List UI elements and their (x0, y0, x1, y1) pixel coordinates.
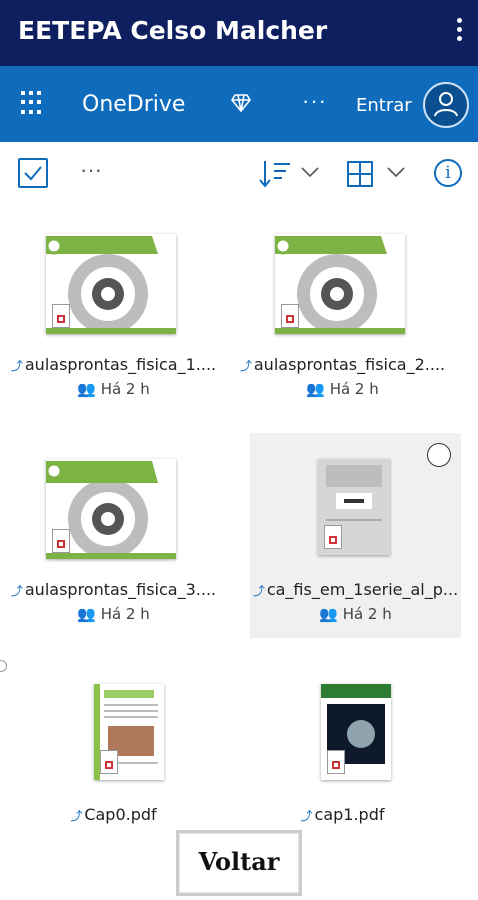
app-title-bar: EETEPA Celso Malcher (0, 0, 478, 66)
pdf-icon (100, 750, 118, 774)
sync-icon: ⤴ (70, 809, 83, 823)
file-modified: 👥 Há 2 h (77, 605, 150, 623)
shared-people-icon: 👥 (319, 605, 343, 623)
select-all-checkbox-icon[interactable] (18, 158, 48, 188)
pdf-icon (327, 750, 345, 774)
file-modified: 👥 Há 2 h (319, 605, 392, 623)
file-tile[interactable]: ⤴ Cap0.pdf (8, 658, 219, 824)
file-tile[interactable]: ⤴ ca_fis_em_1serie_al_p... 👥 Há 2 h (250, 433, 461, 638)
file-name[interactable]: ⤴ aulasprontas_fisica_1.... (8, 355, 219, 374)
file-modified: 👥 Há 2 h (77, 380, 150, 398)
sync-icon: ⤴ (10, 584, 23, 598)
grid-view-icon[interactable] (346, 160, 374, 188)
pdf-icon (52, 304, 70, 328)
sync-icon: ⤴ (252, 584, 265, 598)
sync-icon: ⤴ (10, 359, 23, 373)
chevron-down-icon[interactable] (301, 166, 319, 178)
file-grid: ⤴ aulasprontas_fisica_1.... 👥 Há 2 h ⤴ aul… (0, 208, 478, 824)
shared-people-icon: 👥 (77, 605, 101, 623)
file-thumbnail (46, 234, 176, 334)
file-thumbnail (318, 459, 390, 555)
file-tile[interactable]: ⤴ aulasprontas_fisica_3.... 👥 Há 2 h (8, 433, 219, 638)
file-name[interactable]: ⤴ cap1.pdf (237, 805, 448, 824)
command-bar: ··· i (0, 142, 478, 209)
sign-in-button[interactable]: Entrar (356, 95, 412, 116)
onedrive-header: OneDrive ··· Entrar (0, 66, 478, 142)
app-launcher-icon[interactable] (21, 91, 45, 115)
sync-icon: ⤴ (300, 809, 313, 823)
file-tile[interactable]: ⤴ aulasprontas_fisica_2.... 👥 Há 2 h (237, 208, 448, 413)
app-title: EETEPA Celso Malcher (18, 16, 328, 45)
info-icon[interactable]: i (434, 159, 462, 187)
shared-people-icon: 👥 (77, 380, 101, 398)
select-file-checkbox[interactable] (427, 443, 451, 467)
scroll-edge-indicator (0, 660, 7, 672)
pdf-icon (281, 304, 299, 328)
footer: Voltar (0, 824, 478, 900)
file-thumbnail (275, 234, 405, 334)
file-tile[interactable]: ⤴ cap1.pdf (237, 658, 448, 824)
sort-icon[interactable] (259, 159, 291, 189)
sync-icon: ⤴ (239, 359, 252, 373)
shared-people-icon: 👥 (306, 380, 330, 398)
file-name[interactable]: ⤴ Cap0.pdf (8, 805, 219, 824)
user-avatar-icon[interactable] (423, 82, 469, 128)
more-options-button[interactable]: ··· (302, 88, 327, 114)
kebab-menu-icon[interactable] (456, 18, 464, 48)
command-more-button[interactable]: ··· (80, 157, 102, 183)
pdf-icon (52, 529, 70, 553)
file-thumbnail (46, 459, 176, 559)
file-modified: 👥 Há 2 h (306, 380, 379, 398)
file-name[interactable]: ⤴ aulasprontas_fisica_2.... (237, 355, 448, 374)
file-tile[interactable]: ⤴ aulasprontas_fisica_1.... 👥 Há 2 h (8, 208, 219, 413)
file-thumbnail (94, 684, 164, 780)
file-name[interactable]: ⤴ aulasprontas_fisica_3.... (8, 580, 219, 599)
file-name[interactable]: ⤴ ca_fis_em_1serie_al_p... (250, 580, 461, 599)
onedrive-brand[interactable]: OneDrive (82, 92, 185, 117)
file-thumbnail (321, 684, 391, 780)
pdf-icon (324, 525, 342, 549)
back-button[interactable]: Voltar (176, 830, 302, 896)
chevron-down-icon[interactable] (387, 166, 405, 178)
premium-diamond-icon[interactable] (231, 94, 251, 112)
